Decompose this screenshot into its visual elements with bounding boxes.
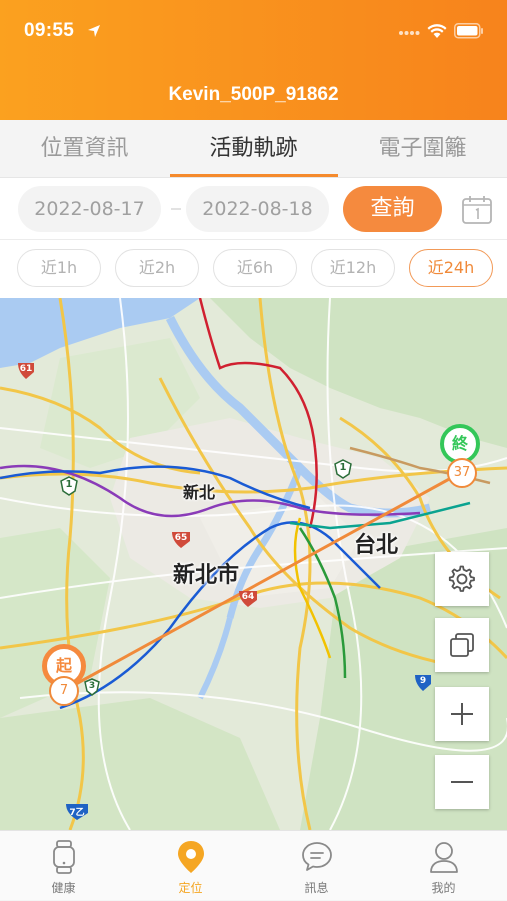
chat-bubble-icon [302, 842, 332, 871]
nav-messages-label: 訊息 [304, 881, 329, 895]
layers-icon [450, 633, 474, 657]
route-badge-9-label: 9 [419, 676, 427, 686]
person-icon [430, 842, 458, 873]
wifi-icon [427, 24, 447, 38]
status-time: 09:55 [24, 20, 75, 41]
tab-bar: 位置資訊 活動軌跡 電子圍籬 [0, 120, 507, 178]
gear-icon [448, 565, 475, 592]
bottom-nav: 健康 定位 訊息 我的 [0, 830, 507, 900]
end-date-field[interactable]: 2022-08-18 [186, 186, 329, 232]
route-badge-61-label: 61 [19, 364, 33, 374]
tab-location-info[interactable]: 位置資訊 [0, 120, 169, 178]
start-marker-count-label: 7 [59, 683, 69, 698]
tab-geofence[interactable]: 電子圍籬 [338, 120, 507, 178]
filter-last-24h[interactable]: 近24h [409, 249, 493, 287]
map-label-taipei: 台北 [354, 533, 399, 558]
zoom-in-button[interactable] [435, 687, 489, 741]
filter-last-2h[interactable]: 近2h [115, 249, 199, 287]
query-button[interactable]: 查詢 [343, 186, 442, 232]
quick-filter-row: 近1h 近2h 近6h 近12h 近24h [0, 240, 507, 298]
end-marker-count-label: 37 [453, 465, 471, 480]
active-tab-indicator [170, 174, 338, 177]
route-badge-65-label: 65 [174, 533, 188, 543]
route-badge-3-label: 3 [88, 681, 96, 691]
filter-last-6h[interactable]: 近6h [213, 249, 297, 287]
date-separator [171, 208, 181, 210]
signal-dots-icon [399, 31, 420, 35]
watch-icon [53, 840, 75, 874]
plus-icon [451, 703, 473, 725]
calendar-icon[interactable] [461, 195, 493, 225]
route-badge-1a-label: 1 [65, 479, 73, 490]
location-pin-icon [178, 841, 204, 873]
tab-activity-track[interactable]: 活動軌跡 [169, 120, 338, 178]
device-title: Kevin_500P_91862 [168, 84, 339, 105]
nav-profile-label: 我的 [431, 881, 456, 895]
nav-health-label: 健康 [51, 881, 76, 895]
minus-icon [451, 781, 473, 783]
route-badge-7b-label: 7乙 [69, 808, 85, 818]
zoom-out-button[interactable] [435, 755, 489, 809]
map-label-xinbei-city: 新北市 [173, 563, 240, 588]
map-view[interactable]: 61 1 1 65 64 3 9 7乙 新北 新北市 台北 終 37 起 7 [0, 298, 507, 830]
nav-profile[interactable]: 我的 [380, 831, 507, 901]
battery-icon [454, 23, 483, 39]
map-label-xinbei: 新北 [183, 483, 216, 502]
map-settings-button[interactable] [435, 552, 489, 606]
location-arrow-icon [88, 25, 100, 37]
nav-health[interactable]: 健康 [0, 831, 127, 901]
start-marker-count[interactable]: 7 [49, 676, 79, 706]
status-bar: 09:55 [0, 0, 507, 60]
filter-last-1h[interactable]: 近1h [17, 249, 101, 287]
date-query-row: 2022-08-17 2022-08-18 查詢 [0, 178, 507, 240]
route-badge-1b-label: 1 [339, 462, 347, 473]
map-layers-button[interactable] [435, 618, 489, 672]
nav-location-label: 定位 [178, 881, 203, 895]
map-base [0, 298, 507, 830]
end-marker-label: 終 [451, 434, 468, 453]
nav-location[interactable]: 定位 [127, 831, 254, 901]
end-marker-count[interactable]: 37 [447, 458, 477, 488]
nav-messages[interactable]: 訊息 [253, 831, 380, 901]
filter-last-12h[interactable]: 近12h [311, 249, 395, 287]
start-date-field[interactable]: 2022-08-17 [18, 186, 161, 232]
app-header: 09:55 Kevin_500P_91862 [0, 0, 507, 120]
route-badge-64-label: 64 [241, 592, 255, 602]
